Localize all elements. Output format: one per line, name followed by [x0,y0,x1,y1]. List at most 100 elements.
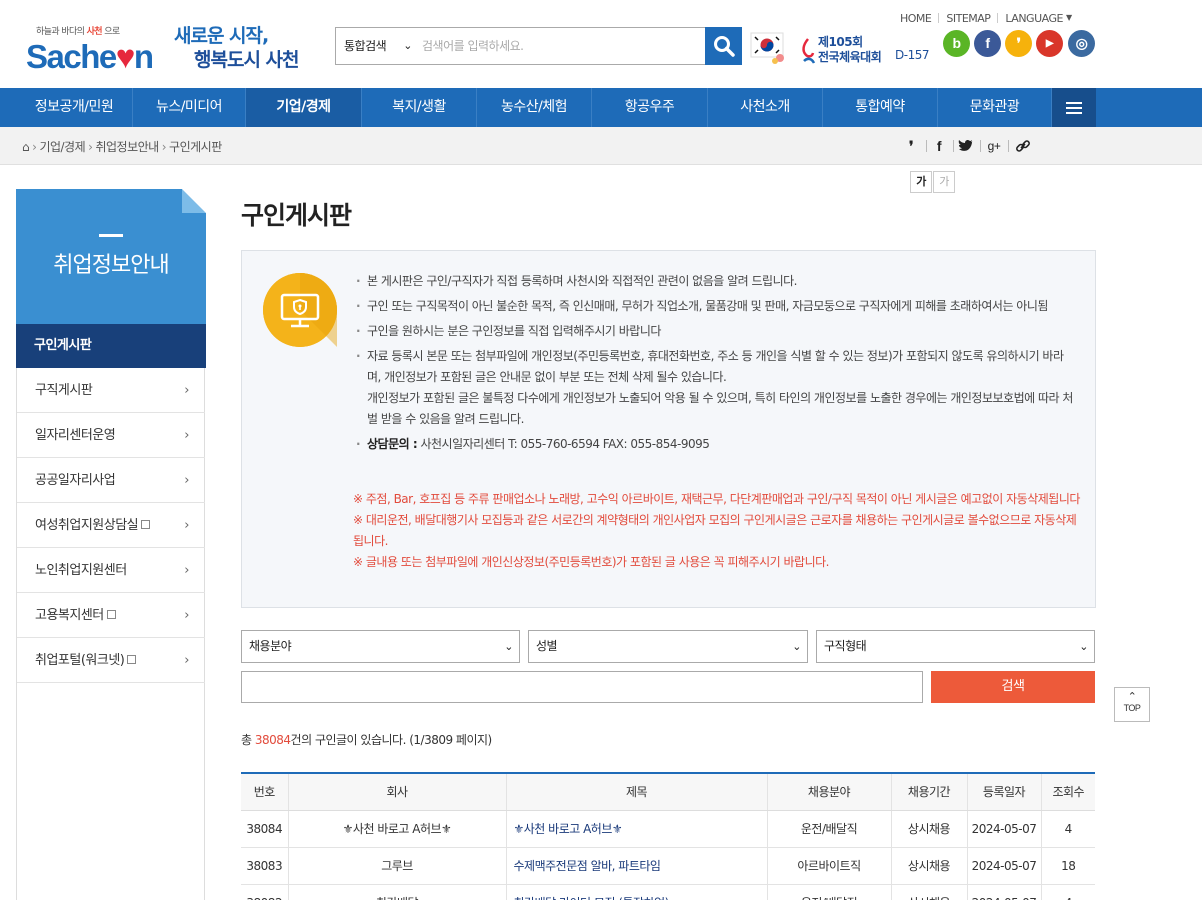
column-header: 등록일자 [967,773,1042,811]
kakaostory-share-icon[interactable]: ❜ [901,136,921,156]
notice-item: 구인 또는 구직목적이 아닌 불순한 목적, 즉 인신매매, 무허가 직업소개,… [356,296,1076,317]
breadcrumb: ⌂ › 기업/경제 › 취업정보안내 › 구인게시판 [22,140,222,154]
chevron-right-icon: › [184,563,189,578]
external-link-icon [106,610,116,619]
sidebar-item-employment-welfare[interactable]: 고용복지센터 › [17,593,205,638]
notice-item: 본 게시판은 구인/구직자가 직접 등록하며 사천시와 직접적인 관련이 없음을… [356,271,1076,292]
external-link-icon [141,520,151,529]
post-count: 총 38084건의 구인글이 있습니다. (1/3809 페이지) [241,733,492,747]
logo-wordmark: Sache♥n [26,38,154,75]
sidebar-item-worknet[interactable]: 취업포털(워크넷) › [17,638,205,683]
sitemap-link[interactable]: SITEMAP [946,12,991,25]
breadcrumb-item[interactable]: 취업정보안내 [95,140,159,154]
festival-emblem-icon [802,38,816,64]
youtube-icon[interactable]: ▶ [1036,30,1063,57]
chevron-right-icon: › [184,473,189,488]
board-search-button[interactable]: 검색 [931,671,1095,703]
main-nav: 정보공개/민원 뉴스/미디어 기업/경제 복지/생활 농수산/체험 항공우주 사… [0,88,1202,127]
sidebar-title: 취업정보안내 [53,253,169,278]
search-scope-select[interactable]: 통합검색 ⌄ [336,28,420,64]
korea-flag-icon[interactable] [748,28,790,66]
twitter-share-icon[interactable] [956,136,976,156]
instagram-icon[interactable]: ◎ [1068,30,1095,57]
nav-item-business[interactable]: 기업/경제 [246,88,362,127]
employment-type-select[interactable]: 구직형태 ⌄ [816,630,1095,663]
facebook-icon[interactable]: f [974,30,1001,57]
page-title: 구인게시판 [241,201,352,230]
chevron-right-icon: › [184,653,189,668]
notice-item-extra: 개인정보가 포함된 글은 불특정 다수에게 개인정보가 노출되어 악용 될 수 … [367,391,1073,426]
page-fold-decoration [182,189,206,213]
sidebar-item-senior-jobs[interactable]: 노인취업지원센터 › [17,548,205,593]
search-box: 통합검색 ⌄ 검색어를 입력하세요. [335,27,707,65]
column-header: 제목 [506,773,768,811]
column-header: 번호 [241,773,289,811]
search-button[interactable] [705,27,742,65]
chevron-right-icon: › [184,383,189,398]
sidebar-item-job-center[interactable]: 일자리센터운영 › [17,413,205,458]
googleplus-share-icon[interactable]: g+ [984,136,1004,156]
notice-item: 자료 등록시 본문 또는 첨부파일에 개인정보(주민등록번호, 휴대전화번호, … [356,346,1076,388]
scroll-top-button[interactable]: ⌃ TOP [1114,687,1150,722]
blog-icon[interactable]: b [943,30,970,57]
chevron-down-icon: ⌄ [403,39,412,52]
external-link-icon [127,655,137,664]
search-icon [714,36,735,57]
column-header: 조회수 [1041,773,1095,811]
column-header: 회사 [288,773,507,811]
chevron-down-icon: ⌄ [504,640,513,653]
keyword-input[interactable] [241,671,923,703]
facebook-share-icon[interactable]: f [929,136,949,156]
notice-box: 본 게시판은 구인/구직자가 직접 등록하며 사천시와 직접적인 관련이 없음을… [241,250,1096,608]
notice-item: 구인을 원하시는 분은 구인정보를 직접 입력해주시기 바랍니다 [356,321,1076,342]
table-row: 38084 ⚜사천 바로고 A허브⚜ ⚜사천 바로고 A허브⚜ 운전/배달직 상… [241,810,1095,848]
post-title-link[interactable]: 수제맥주전문점 알바, 파트타임 [506,847,768,885]
breadcrumb-bar: ⌂ › 기업/경제 › 취업정보안내 › 구인게시판 ❜ f g+ [0,127,1202,165]
chevron-right-icon: › [184,428,189,443]
link-copy-icon[interactable] [1013,136,1033,156]
caret-down-icon: ▼ [1065,13,1072,22]
language-menu[interactable]: LANGUAGE [1005,12,1063,25]
font-decrease-button[interactable]: 가 [933,171,955,193]
search-input[interactable]: 검색어를 입력하세요. [422,37,524,54]
sacheon-logo[interactable]: 하늘과 바다의 사천 으로 Sache♥n [26,24,161,76]
job-board-table: 번호 회사 제목 채용분야 채용기간 등록일자 조회수 38084 ⚜사천 바로… [241,772,1095,900]
sidebar-item-active[interactable]: 구인게시판 [16,324,206,368]
home-link[interactable]: HOME [900,12,932,25]
national-sports-festival-banner[interactable]: 제105회 전국체육대회 D-157 [800,33,940,67]
nav-item-news[interactable]: 뉴스/미디어 [133,88,246,127]
table-row: 38082 최강배달 최강배달 라이더 모집 (특장차업) 운전/배달직 상시채… [241,884,1095,900]
chevron-up-icon: ⌃ [1127,691,1137,703]
nav-item-reservation[interactable]: 통합예약 [823,88,938,127]
column-header: 채용기간 [891,773,968,811]
nav-item-info[interactable]: 정보공개/민원 [16,88,133,127]
sidebar-item-public-jobs[interactable]: 공공일자리사업 › [17,458,205,503]
post-title-link[interactable]: ⚜사천 바로고 A허브⚜ [506,810,768,848]
job-field-select[interactable]: 채용분야 ⌄ [241,630,520,663]
sidebar-item-women-jobs[interactable]: 여성취업지원상담실 › [17,503,205,548]
breadcrumb-item[interactable]: 구인게시판 [169,140,222,154]
logo-tagline: 하늘과 바다의 사천 으로 [36,27,120,37]
nav-item-aerospace[interactable]: 항공우주 [592,88,708,127]
column-header: 채용분야 [767,773,892,811]
contact-info: 상담문의 : 사천시일자리센터 T: 055-760-6594 FAX: 055… [356,434,1076,455]
kakaostory-icon[interactable]: ❜ [1005,30,1032,57]
gender-select[interactable]: 성별 ⌄ [528,630,808,663]
menu-icon[interactable] [1052,88,1096,127]
sidebar-item-job-seeking[interactable]: 구직게시판 › [17,368,205,413]
nav-item-welfare[interactable]: 복지/생활 [362,88,477,127]
table-row: 38083 그루브 수제맥주전문점 알바, 파트타임 아르바이트직 상시채용 2… [241,847,1095,885]
nav-item-tourism[interactable]: 문화관광 [938,88,1052,127]
home-icon[interactable]: ⌂ [22,140,30,154]
chevron-right-icon: › [184,608,189,623]
nav-item-about[interactable]: 사천소개 [708,88,823,127]
table-header-row: 번호 회사 제목 채용분야 채용기간 등록일자 조회수 [241,773,1095,811]
font-increase-button[interactable]: 가 [910,171,932,193]
chevron-right-icon: › [184,518,189,533]
dday-counter: D-157 [895,48,929,62]
breadcrumb-item[interactable]: 기업/경제 [39,140,85,154]
nav-item-agriculture[interactable]: 농수산/체험 [477,88,592,127]
top-links: HOME SITEMAP LANGUAGE ▼ [900,12,1072,25]
monitor-shield-icon [263,273,337,347]
post-title-link[interactable]: 최강배달 라이더 모집 (특장차업) [506,884,768,900]
